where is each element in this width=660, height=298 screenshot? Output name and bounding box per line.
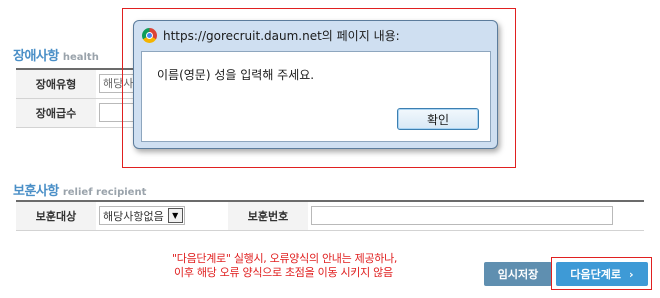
disability-type-label: 장애유형 [16, 69, 96, 99]
relief-type-cell: 해당사항없음 ▼ [96, 201, 228, 231]
relief-title-text: 보훈사항 [13, 184, 59, 199]
chrome-icon [142, 28, 157, 43]
annotation-note: "다음단계로" 실행시, 오류양식의 안내는 제공하나, 이후 해당 오류 양식… [172, 252, 397, 280]
relief-number-cell [308, 201, 644, 231]
relief-table: 보훈대상 해당사항없음 ▼ 보훈번호 [16, 200, 644, 231]
alert-dialog: https://gorecruit.daum.net의 페이지 내용: 이름(영… [133, 20, 498, 149]
temp-save-label: 임시저장 [497, 268, 539, 281]
annotation-line-2: 이후 해당 오류 양식으로 초점을 이동 시키지 않음 [174, 266, 393, 279]
relief-number-label: 보훈번호 [228, 201, 308, 231]
health-subtitle: health [62, 52, 99, 63]
relief-type-select[interactable]: 해당사항없음 ▼ [99, 206, 185, 226]
annotation-line-1: "다음단계로" 실행시, 오류양식의 안내는 제공하나, [172, 252, 398, 265]
dialog-message: 이름(영문) 성을 입력해 주세요. [157, 68, 315, 82]
chevron-down-icon[interactable]: ▼ [167, 208, 183, 224]
disability-grade-label: 장애급수 [16, 98, 96, 128]
temp-save-button[interactable]: 임시저장 [484, 262, 552, 286]
dialog-titlebar[interactable]: https://gorecruit.daum.net의 페이지 내용: [134, 21, 497, 50]
dialog-title: https://gorecruit.daum.net의 페이지 내용: [163, 29, 400, 43]
ok-button[interactable]: 확인 [397, 108, 479, 130]
relief-type-value: 해당사항없음 [103, 209, 164, 223]
relief-type-label: 보훈대상 [16, 201, 96, 231]
next-button-highlight [551, 257, 652, 290]
dialog-body: 이름(영문) 성을 입력해 주세요. 확인 [141, 51, 491, 142]
relief-section-title: 보훈사항 relief recipient [13, 180, 146, 199]
relief-number-input[interactable] [311, 206, 613, 226]
relief-subtitle: relief recipient [62, 187, 147, 198]
table-row: 보훈대상 해당사항없음 ▼ 보훈번호 [16, 201, 644, 231]
health-section-title: 장애사항 health [13, 45, 99, 64]
health-title-text: 장애사항 [13, 49, 59, 64]
